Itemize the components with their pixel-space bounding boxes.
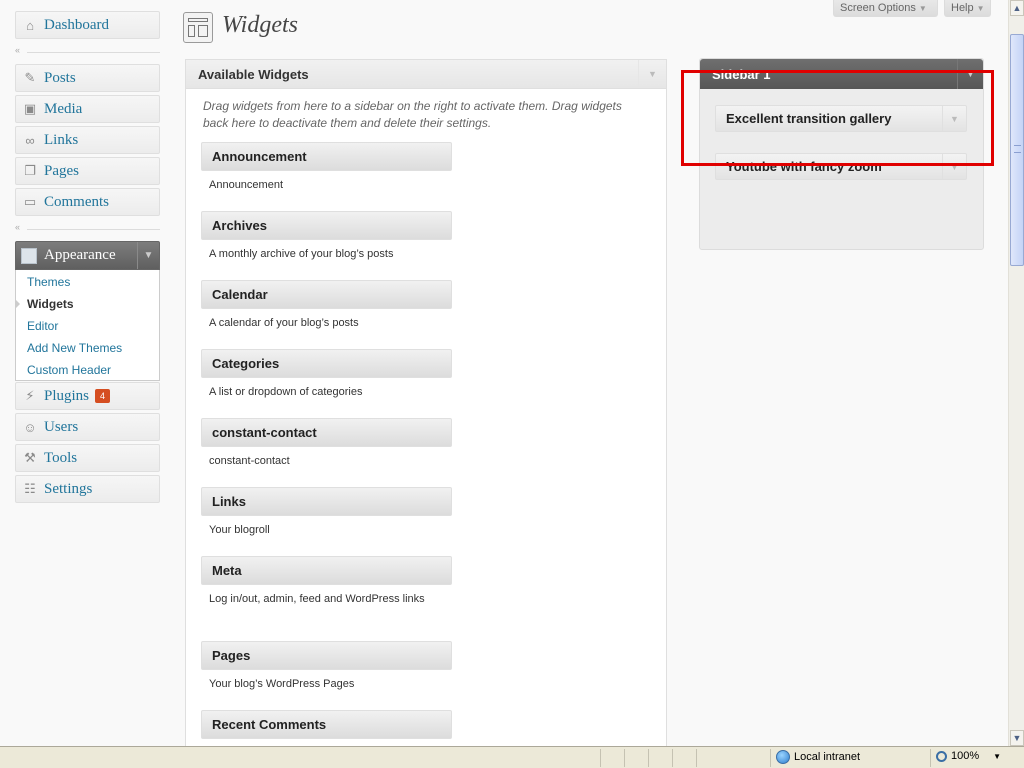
menu-appearance-label: Appearance <box>44 247 116 263</box>
widget-calendar[interactable]: Calendar A calendar of your blog’s posts <box>201 280 452 331</box>
scroll-down-icon[interactable]: ▼ <box>1010 730 1024 746</box>
widget-description: A calendar of your blog’s posts <box>209 317 359 329</box>
widget-pages[interactable]: Pages Your blog’s WordPress Pages <box>201 641 452 692</box>
submenu-add-new-themes[interactable]: Add New Themes <box>27 341 122 355</box>
widget-categories[interactable]: Categories A list or dropdown of categor… <box>201 349 452 400</box>
collapse-icon[interactable]: « <box>15 45 20 55</box>
intranet-globe-icon <box>776 750 790 764</box>
widget-title[interactable]: Recent Comments <box>201 710 452 739</box>
collapse-icon[interactable]: « <box>15 222 20 232</box>
menu-comments-label: Comments <box>44 193 110 210</box>
help-button[interactable]: Help ▼ <box>944 0 991 17</box>
widget-description: Log in/out, admin, feed and WordPress li… <box>209 593 425 605</box>
widget-title[interactable]: Links <box>201 487 452 516</box>
menu-pages[interactable]: ❐ Pages <box>15 157 160 185</box>
link-icon: ∞ <box>25 132 35 148</box>
page-scrollbar[interactable]: ▲ ▼ <box>1008 0 1024 746</box>
appearance-icon <box>21 247 37 264</box>
media-icon: ▣ <box>23 101 37 116</box>
widget-title[interactable]: Archives <box>201 211 452 240</box>
widget-description: A list or dropdown of categories <box>209 386 363 398</box>
menu-settings[interactable]: ☷ Settings <box>15 475 160 503</box>
users-icon: ☺ <box>23 419 37 435</box>
comment-icon: ▭ <box>23 194 37 209</box>
available-widgets-header[interactable]: Available Widgets ▼ <box>186 60 666 89</box>
menu-comments[interactable]: ▭ Comments <box>15 188 160 216</box>
widget-title[interactable]: Calendar <box>201 280 452 309</box>
widget-description: constant-contact <box>209 455 290 467</box>
widget-description: Your blog’s WordPress Pages <box>209 678 355 690</box>
submenu-themes[interactable]: Themes <box>27 275 70 289</box>
pages-icon: ❐ <box>24 163 36 178</box>
widget-title[interactable]: Categories <box>201 349 452 378</box>
dropdown-arrow-icon: ▼ <box>918 3 927 13</box>
screen-options-button[interactable]: Screen Options ▼ <box>833 0 938 17</box>
highlight-annotation-box <box>681 70 994 166</box>
widget-recent-comments[interactable]: Recent Comments <box>201 710 452 739</box>
widget-title[interactable]: constant-contact <box>201 418 452 447</box>
menu-links[interactable]: ∞ Links <box>15 126 160 154</box>
dashboard-icon: ⌂ <box>26 17 34 33</box>
available-widgets-description: Drag widgets from here to a sidebar on t… <box>203 99 622 130</box>
current-pointer-icon <box>15 299 20 309</box>
submenu-custom-header[interactable]: Custom Header <box>27 363 111 377</box>
widget-title[interactable]: Announcement <box>201 142 452 171</box>
widgets-page-icon <box>183 12 213 43</box>
menu-separator: « <box>15 222 160 232</box>
menu-dashboard[interactable]: ⌂ Dashboard <box>15 11 160 39</box>
menu-appearance[interactable]: Appearance ▼ <box>15 241 160 270</box>
chevron-down-icon[interactable]: ▼ <box>137 242 159 269</box>
submenu-editor[interactable]: Editor <box>27 319 58 333</box>
submenu-widgets[interactable]: Widgets <box>27 297 74 311</box>
security-zone-label: Local intranet <box>794 751 861 763</box>
appearance-submenu: Themes Widgets Editor Add New Themes Cus… <box>15 270 160 381</box>
menu-settings-label: Settings <box>44 480 93 497</box>
dropdown-arrow-icon[interactable]: ▼ <box>993 752 1001 761</box>
widget-description: Your blogroll <box>209 524 270 536</box>
magnifier-icon <box>936 750 947 762</box>
widget-archives[interactable]: Archives A monthly archive of your blog’… <box>201 211 452 262</box>
widget-links[interactable]: Links Your blogroll <box>201 487 452 538</box>
pushpin-icon: ✎ <box>24 70 36 85</box>
browser-status-bar: Local intranet 100% ▼ <box>0 746 1024 768</box>
chevron-down-icon[interactable]: ▼ <box>638 60 666 88</box>
widget-description: Announcement <box>209 179 283 191</box>
scroll-up-icon[interactable]: ▲ <box>1010 0 1024 16</box>
available-widgets-panel: Available Widgets ▼ Drag widgets from he… <box>185 59 667 749</box>
menu-tools-label: Tools <box>44 449 78 466</box>
widget-meta[interactable]: Meta Log in/out, admin, feed and WordPre… <box>201 556 452 607</box>
plugin-icon: ⚡ <box>25 388 35 403</box>
widget-description: A monthly archive of your blog’s posts <box>209 248 394 260</box>
widget-constant-contact[interactable]: constant-contact constant-contact <box>201 418 452 469</box>
menu-pages-label: Pages <box>44 162 79 179</box>
dropdown-arrow-icon: ▼ <box>976 3 985 13</box>
help-label: Help <box>951 2 974 14</box>
menu-users-label: Users <box>44 418 79 435</box>
page-title: Widgets <box>222 12 298 38</box>
widget-announcement[interactable]: Announcement Announcement <box>201 142 452 193</box>
menu-media-label: Media <box>44 100 83 117</box>
security-zone: Local intranet <box>776 750 860 764</box>
menu-plugins[interactable]: ⚡ Plugins 4 <box>15 382 160 410</box>
menu-tools[interactable]: ⚒ Tools <box>15 444 160 472</box>
tools-icon: ⚒ <box>24 450 36 465</box>
screen-options-label: Screen Options <box>840 2 916 14</box>
menu-links-label: Links <box>44 131 79 148</box>
zoom-level: 100% <box>951 750 980 762</box>
menu-plugins-label: Plugins <box>44 387 90 404</box>
menu-dashboard-label: Dashboard <box>44 16 109 33</box>
menu-separator: « <box>15 45 160 55</box>
menu-users[interactable]: ☺ Users <box>15 413 160 441</box>
update-count-badge: 4 <box>95 389 111 403</box>
menu-posts[interactable]: ✎ Posts <box>15 64 160 92</box>
widget-title[interactable]: Pages <box>201 641 452 670</box>
zoom-control[interactable]: 100% ▼ <box>936 750 1001 762</box>
scroll-thumb[interactable] <box>1010 34 1024 266</box>
menu-posts-label: Posts <box>44 69 76 86</box>
widget-title[interactable]: Meta <box>201 556 452 585</box>
menu-media[interactable]: ▣ Media <box>15 95 160 123</box>
settings-icon: ☷ <box>24 481 36 496</box>
available-widgets-title: Available Widgets <box>198 66 309 82</box>
